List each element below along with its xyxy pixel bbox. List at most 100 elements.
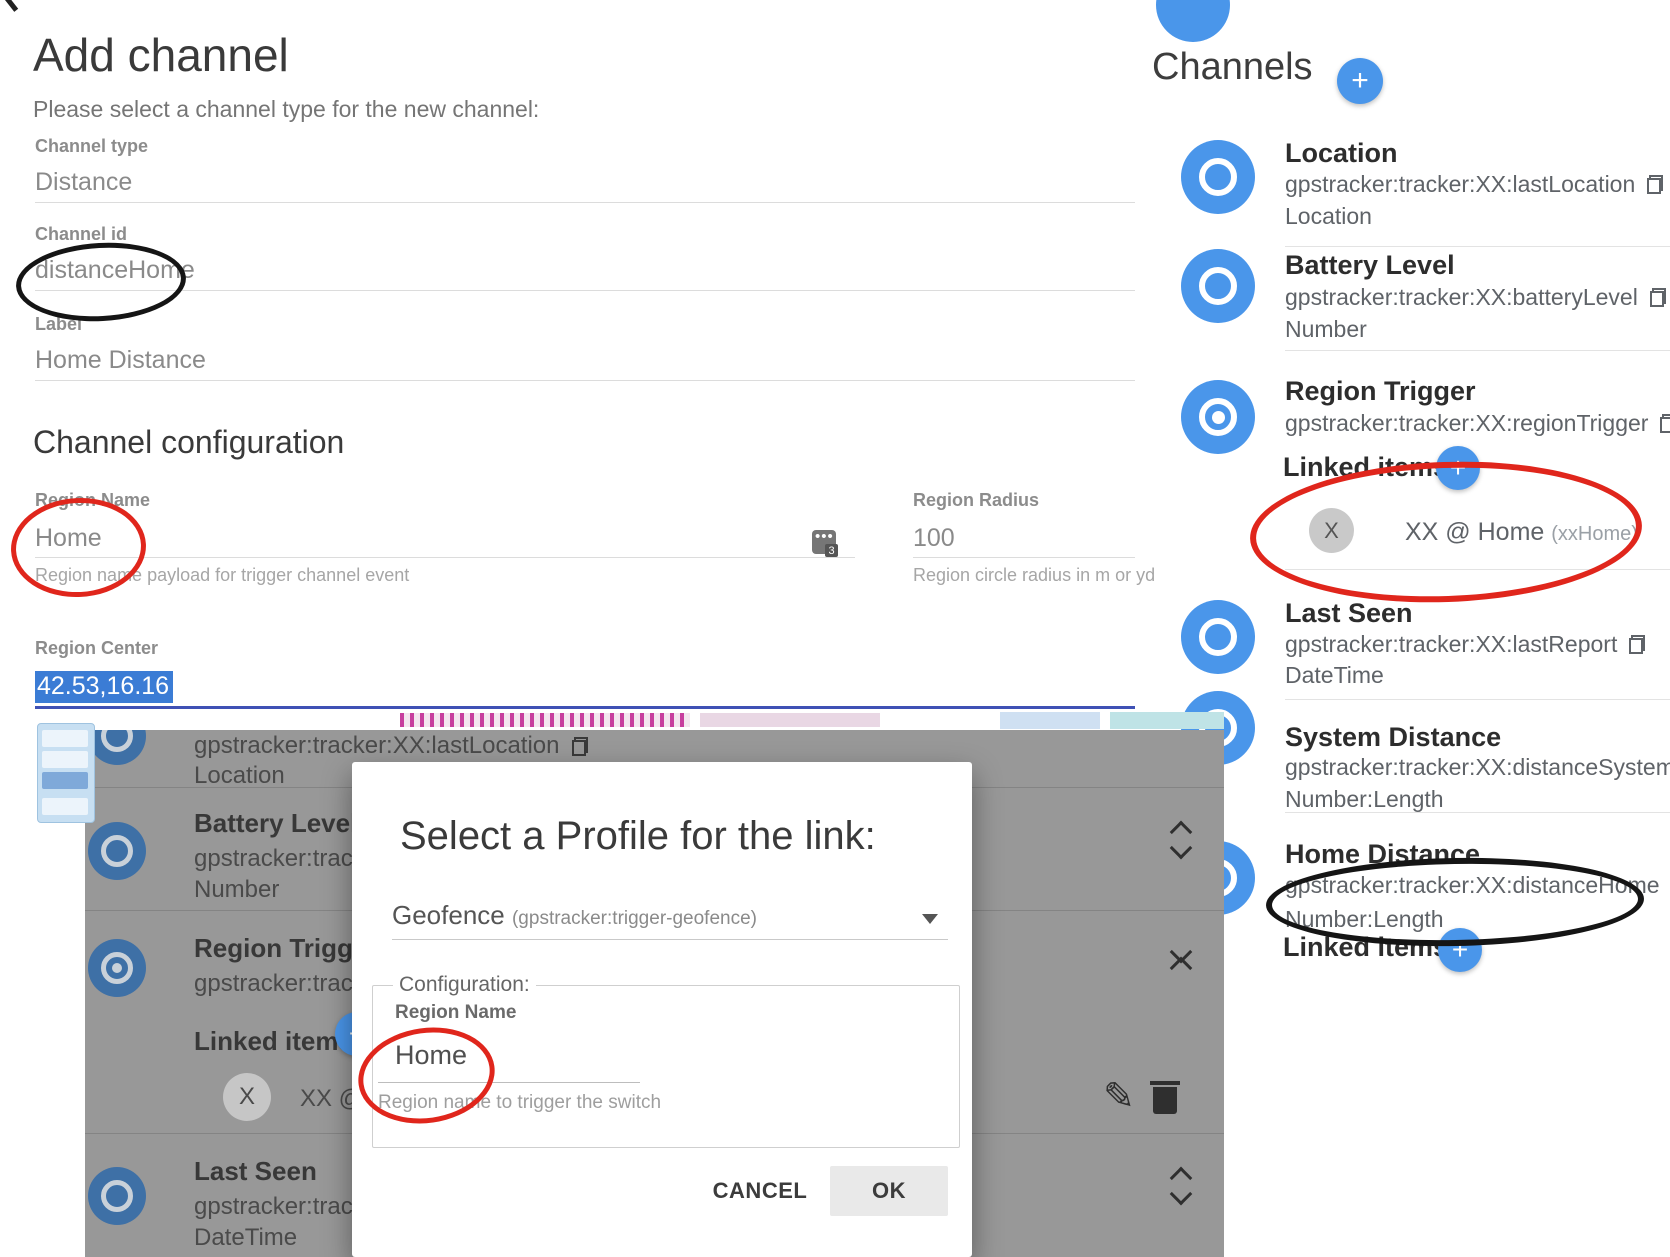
channel-uid-row: gpstracker:tracker:XX:lastLocation <box>194 732 588 760</box>
channel-title: Battery Level <box>194 808 357 839</box>
channel-type-input[interactable]: Distance <box>35 168 132 197</box>
focused-field-underline <box>35 706 1135 709</box>
cancel-button[interactable]: CANCEL <box>704 1166 816 1216</box>
page-title: Add channel <box>33 28 289 82</box>
autofill-popup-row[interactable] <box>42 730 88 747</box>
copy-icon[interactable] <box>1629 635 1645 654</box>
linked-item-avatar: X <box>223 1073 271 1121</box>
linked-items-heading: Linked items <box>1283 452 1448 483</box>
divider <box>913 557 1135 558</box>
channel-icon-state <box>1181 600 1255 674</box>
copy-icon[interactable] <box>1660 414 1670 433</box>
page-subtitle: Please select a channel type for the new… <box>33 96 539 123</box>
unfold-less-icon[interactable] <box>1168 942 1194 980</box>
channel-icon-state <box>1181 249 1255 323</box>
autofill-popup-row-highlighted[interactable] <box>42 772 88 789</box>
screenshot-canvas: Add channel Please select a channel type… <box>0 0 1670 1257</box>
profile-dialog: Select a Profile for the link: Geofence … <box>352 762 972 1257</box>
channel-type-label: Channel type <box>35 136 148 157</box>
dialog-title: Select a Profile for the link: <box>400 814 876 859</box>
linked-items-heading: Linked items <box>194 1026 353 1057</box>
channel-icon-state <box>88 730 146 765</box>
region-name-input[interactable]: Home <box>35 524 102 553</box>
channel-uid: gpstracker:tracker:XX:lastReport <box>1285 631 1617 658</box>
channel-id-label: Channel id <box>35 224 127 245</box>
plus-icon: + <box>1452 934 1468 966</box>
region-radius-input[interactable]: 100 <box>913 524 955 553</box>
divider <box>35 290 1135 291</box>
channel-uid: gpstracker:tracker:XX:lastLocation <box>1285 171 1635 198</box>
region-name-label: Region Name <box>395 1002 516 1024</box>
channel-type: Number <box>194 876 279 904</box>
add-linked-item-button[interactable]: + <box>1436 446 1480 490</box>
copy-icon[interactable] <box>572 737 588 756</box>
channel-uid-row: gpstracker:tracker:XX:distanceHome <box>1285 872 1670 899</box>
copy-icon[interactable] <box>1647 175 1663 194</box>
unfold-more-icon[interactable] <box>1168 822 1194 860</box>
divider <box>35 202 1135 203</box>
add-linked-item-button[interactable]: + <box>1438 928 1482 972</box>
channel-uid-row: gpstracker:tracker:XX:batteryLevel <box>1285 284 1666 311</box>
channel-title: Battery Level <box>1285 250 1455 281</box>
channel-title: Region Trigger <box>194 933 377 964</box>
selected-text: 42.53,16.16 <box>35 671 173 703</box>
divider <box>1285 246 1670 247</box>
autofill-popup-row[interactable] <box>42 751 88 768</box>
autofill-badge: 3 <box>825 544 838 557</box>
linked-item-row[interactable]: XX @ Home (xxHome) <box>1405 518 1638 547</box>
channel-icon-trigger <box>1181 380 1255 454</box>
background-page-fragment <box>1110 712 1224 729</box>
region-center-input[interactable]: 42.53,16.16 <box>35 672 173 701</box>
linked-item-detail: (xxHome) <box>1551 523 1638 545</box>
divider <box>1285 350 1670 351</box>
dots-icon: ••• <box>815 528 834 545</box>
linked-items-heading: Linked items <box>1283 932 1448 963</box>
unfold-more-icon[interactable] <box>1168 1168 1194 1206</box>
channel-uid: gpstracker:tracker:XX:regionTrigger <box>1285 410 1648 437</box>
channel-id-input[interactable]: distanceHome <box>35 256 195 285</box>
channel-type: DateTime <box>1285 662 1384 689</box>
divider <box>1285 812 1670 813</box>
divider <box>1285 569 1670 570</box>
autofill-extension-icon[interactable]: ••• 3 <box>812 530 836 554</box>
linked-item-name: XX @ Home <box>1405 518 1544 546</box>
divider <box>35 380 1135 381</box>
trash-icon[interactable] <box>1150 1078 1180 1116</box>
plus-icon: + <box>1351 64 1369 98</box>
background-page-fragment <box>700 713 880 727</box>
autofill-popup-row[interactable] <box>42 798 88 815</box>
channel-uid: gpstracker:tracker:XX:distanceHome <box>1285 872 1660 899</box>
region-center-label: Region Center <box>35 638 158 659</box>
channel-type: Location <box>1285 203 1372 230</box>
channel-uid-row: gpstracker:tracker:XX:regionTrigger <box>1285 410 1670 437</box>
channel-title: System Distance <box>1285 722 1501 753</box>
channel-type: DateTime <box>194 1224 297 1252</box>
pencil-icon[interactable]: ✎ <box>1103 1078 1135 1116</box>
channel-uid: gpstracker:tracker:XX:distanceSystem <box>1285 754 1670 781</box>
add-channel-button[interactable]: + <box>1337 58 1383 104</box>
channel-icon-state <box>88 1167 146 1225</box>
linked-item-avatar: X <box>1309 508 1354 553</box>
copy-icon[interactable] <box>1650 288 1666 307</box>
profile-select-detail: (gpstracker:trigger-geofence) <box>512 908 757 929</box>
profile-select[interactable]: Geofence (gpstracker:trigger-geofence) <box>392 900 757 931</box>
ok-button[interactable]: OK <box>830 1166 948 1216</box>
divider <box>35 557 855 558</box>
channel-uid: gpstracker:tracker:XX:batteryLevel <box>1285 284 1638 311</box>
divider <box>378 1082 640 1083</box>
channel-icon-trigger <box>88 939 146 997</box>
channel-title: Location <box>1285 138 1398 169</box>
label-input[interactable]: Home Distance <box>35 346 206 375</box>
section-title-channel-configuration: Channel configuration <box>33 424 344 461</box>
region-name-input[interactable]: Home <box>395 1040 467 1071</box>
region-radius-label: Region Radius <box>913 490 1039 511</box>
autofill-popup[interactable] <box>37 723 95 823</box>
chevron-down-icon[interactable] <box>922 914 938 924</box>
background-page-fragment <box>1000 712 1100 729</box>
channels-panel-title: Channels <box>1152 46 1313 89</box>
background-page-fragment <box>400 713 690 727</box>
region-name-hint: Region name to trigger the switch <box>378 1092 661 1114</box>
plus-icon: + <box>1450 452 1466 484</box>
fieldset-legend: Configuration: <box>393 973 536 997</box>
pen-stroke-artifact <box>0 0 18 12</box>
